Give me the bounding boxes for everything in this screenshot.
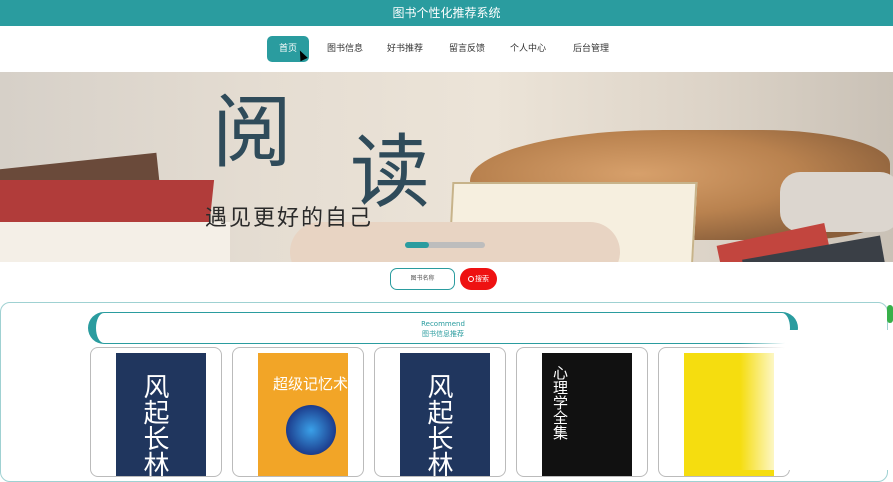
book-card[interactable]: 风起长林: [90, 347, 222, 477]
banner-book: [0, 222, 230, 262]
book-cover[interactable]: 超级记忆术: [258, 353, 348, 476]
recommend-title-cn: 图书信息推荐: [422, 330, 464, 338]
nav-item-profile[interactable]: 个人中心: [503, 36, 553, 62]
nav-item-good-books[interactable]: 好书推荐: [380, 36, 430, 62]
hero-banner[interactable]: 阅 读 遇见更好的自己: [0, 72, 893, 262]
book-cover-title: 心理学全集: [551, 365, 569, 440]
book-card[interactable]: 心理学全集: [516, 347, 648, 477]
book-cover-title: 风起长林: [423, 373, 453, 477]
book-card[interactable]: 超级记忆术: [232, 347, 364, 477]
carousel-indicator-active[interactable]: [405, 242, 429, 248]
search-button[interactable]: 搜索: [460, 268, 497, 290]
banner-slogan: 遇见更好的自己: [205, 206, 374, 231]
banner-sweater: [780, 172, 893, 232]
banner-char-1: 阅: [212, 86, 292, 179]
book-cover-title: 风起长林: [139, 373, 169, 477]
nav-item-book-info[interactable]: 图书信息: [320, 36, 370, 62]
recommend-header: Recommend 图书信息推荐: [88, 312, 798, 344]
book-cover[interactable]: 风起长林: [116, 353, 206, 477]
search-row: 图书名称 搜索: [0, 262, 893, 300]
search-icon: [468, 276, 474, 282]
nav-item-admin[interactable]: 后台管理: [566, 36, 616, 62]
recommend-title-en: Recommend: [421, 320, 465, 328]
main-nav: 首页 图书信息 好书推荐 留言反馈 个人中心 后台管理: [0, 26, 893, 72]
overlay-mask: [740, 330, 890, 470]
book-card[interactable]: 风起长林: [374, 347, 506, 477]
nav-item-feedback[interactable]: 留言反馈: [442, 36, 492, 62]
book-cover[interactable]: 心理学全集: [542, 353, 632, 476]
floating-widget[interactable]: [887, 305, 893, 323]
app-title: 图书个性化推荐系统: [392, 6, 501, 20]
search-button-label: 搜索: [475, 275, 489, 283]
app-title-bar: 图书个性化推荐系统: [0, 0, 893, 26]
book-cover-title: 超级记忆术: [272, 375, 348, 393]
search-input[interactable]: 图书名称: [390, 268, 455, 290]
brain-icon: [286, 405, 336, 455]
book-cover[interactable]: 风起长林: [400, 353, 490, 477]
